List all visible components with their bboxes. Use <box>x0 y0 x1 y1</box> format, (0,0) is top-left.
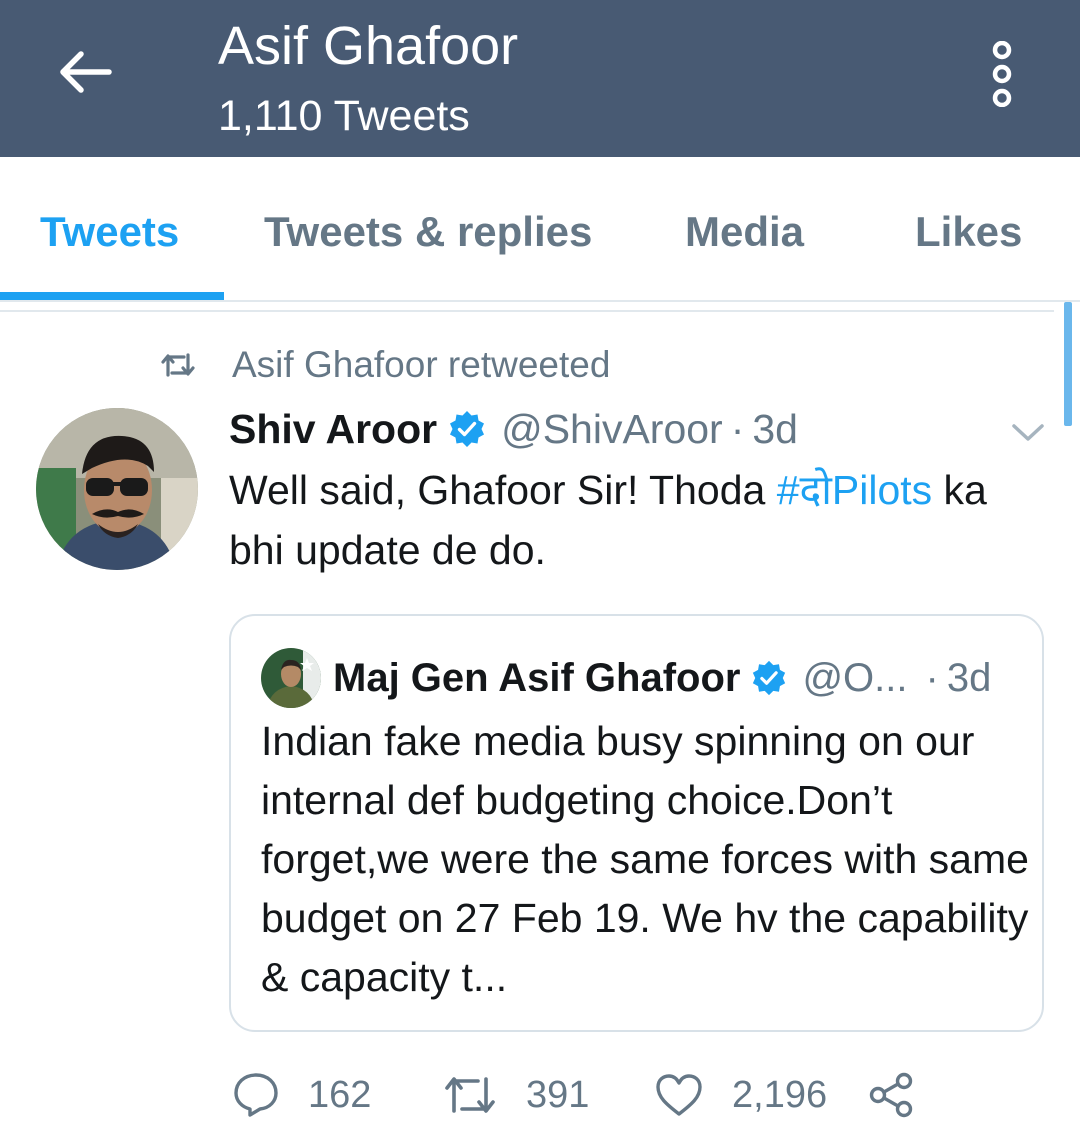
like-count: 2,196 <box>732 1073 828 1116</box>
tweet-header: Shiv Aroor @ShivAroor · 3d <box>229 402 798 456</box>
tweet-text: Well said, Ghafoor Sir! Thoda #दोPilots … <box>229 460 1019 580</box>
retweet-label: Asif Ghafoor retweeted <box>232 344 611 385</box>
separator-dot: · <box>925 655 939 700</box>
retweet-button[interactable]: 391 <box>442 1064 589 1126</box>
hashtag-link[interactable]: #दोPilots <box>777 467 932 513</box>
author-avatar[interactable] <box>36 408 198 570</box>
quoted-tweet-timestamp: 3d <box>946 655 992 700</box>
tab-tweets[interactable]: Tweets <box>40 207 179 257</box>
quoted-author-avatar[interactable] <box>261 648 321 708</box>
timeline-divider <box>0 310 1054 312</box>
quoted-author-name[interactable]: Maj Gen Asif Ghafoor <box>333 656 740 701</box>
retweet-count: 391 <box>526 1073 590 1116</box>
verified-badge-icon <box>447 409 487 449</box>
retweet-context: Asif Ghafoor retweeted <box>160 340 610 390</box>
quoted-tweet-text: Indian fake media busy spinning on our i… <box>261 718 1029 1000</box>
verified-badge-icon <box>750 659 788 697</box>
share-button[interactable] <box>866 1064 916 1126</box>
tweet-count: 1,110 Tweets <box>218 92 470 140</box>
retweet-icon <box>445 1077 495 1113</box>
active-tab-indicator <box>0 292 224 300</box>
tab-media[interactable]: Media <box>685 207 804 257</box>
separator-dot: · <box>730 405 745 452</box>
reply-count: 162 <box>308 1073 372 1116</box>
reply-button[interactable]: 162 <box>232 1064 371 1126</box>
tab-likes[interactable]: Likes <box>915 207 1022 257</box>
chevron-down-icon <box>1012 424 1044 441</box>
tweet-text-start: Well said, Ghafoor Sir! Thoda <box>229 467 777 513</box>
heart-icon <box>656 1074 702 1116</box>
app-header: Asif Ghafoor 1,110 Tweets <box>0 0 1080 157</box>
author-name[interactable]: Shiv Aroor <box>229 406 437 453</box>
scrollbar[interactable] <box>1064 302 1072 426</box>
quoted-author-handle[interactable]: @O... <box>802 656 907 701</box>
share-icon <box>869 1072 913 1118</box>
retweet-icon <box>161 353 195 377</box>
arrow-left-icon <box>60 51 112 93</box>
tweet-actions: 162 391 2,196 <box>232 1064 992 1126</box>
tweet-timestamp[interactable]: 3d <box>752 406 798 453</box>
tab-tweets-and-replies[interactable]: Tweets & replies <box>264 207 592 257</box>
profile-tabs: Tweets Tweets & replies Media Likes <box>0 157 1080 302</box>
quoted-tweet[interactable]: Maj Gen Asif Ghafoor @O... · 3d Indian f… <box>229 614 1044 1032</box>
reply-icon <box>234 1073 278 1117</box>
author-handle[interactable]: @ShivAroor <box>501 406 723 453</box>
quoted-tweet-header: Maj Gen Asif Ghafoor @O... · 3d <box>333 648 991 708</box>
more-vertical-icon <box>992 41 1012 107</box>
profile-title: Asif Ghafoor <box>218 16 519 76</box>
more-options-button[interactable] <box>980 38 1024 110</box>
tweet-menu-button[interactable] <box>1006 412 1050 452</box>
back-button[interactable] <box>52 42 118 102</box>
like-button[interactable]: 2,196 <box>654 1064 827 1126</box>
